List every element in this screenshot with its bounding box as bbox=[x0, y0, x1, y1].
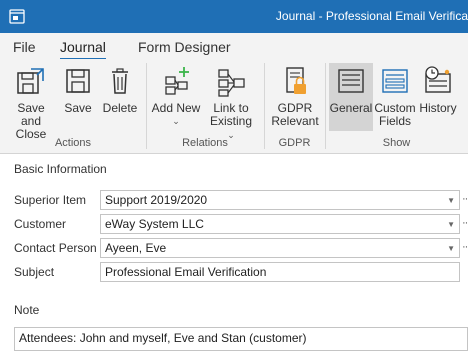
save-icon bbox=[66, 69, 90, 93]
journal-form: Basic Information Superior Item Support … bbox=[0, 155, 468, 351]
subject-label: Subject bbox=[14, 265, 55, 279]
save-button[interactable]: Save bbox=[60, 63, 96, 131]
dropdown-arrow-icon: ▼ bbox=[447, 196, 455, 205]
superior-item-dropdown[interactable]: Support 2019/2020 ▼ bbox=[100, 190, 460, 210]
trash-icon bbox=[112, 68, 128, 94]
superior-item-more-icon[interactable]: ··· bbox=[462, 193, 468, 205]
subject-input[interactable]: Professional Email Verification bbox=[100, 262, 460, 282]
tab-journal[interactable]: Journal bbox=[60, 39, 106, 60]
customer-dropdown[interactable]: eWay System LLC ▼ bbox=[100, 214, 460, 234]
menu-bar: File Journal Form Designer bbox=[0, 33, 468, 60]
save-close-icon bbox=[17, 68, 44, 94]
tab-form-designer[interactable]: Form Designer bbox=[138, 39, 231, 55]
superior-item-label: Superior Item bbox=[14, 193, 87, 207]
note-label: Note bbox=[14, 303, 40, 317]
contact-person-dropdown[interactable]: Ayeen, Eve ▼ bbox=[100, 238, 460, 258]
section-title-basic-information: Basic Information bbox=[14, 162, 107, 176]
group-label-gdpr: GDPR bbox=[278, 137, 311, 149]
dropdown-arrow-icon: ▼ bbox=[447, 220, 455, 229]
window-title: Journal - Professional Email Verifica bbox=[275, 9, 468, 23]
group-label-relations: Relations bbox=[182, 137, 228, 149]
add-new-icon bbox=[165, 67, 189, 95]
link-existing-icon bbox=[218, 69, 245, 97]
customer-more-icon[interactable]: ··· bbox=[462, 217, 468, 229]
group-label-actions: Actions bbox=[54, 137, 92, 149]
tab-file[interactable]: File bbox=[13, 39, 36, 55]
delete-button[interactable]: Delete bbox=[100, 63, 140, 131]
general-button[interactable]: General bbox=[329, 63, 373, 131]
title-bar: Journal - Professional Email Verifica bbox=[0, 0, 468, 33]
chevron-down-icon: ⌄ bbox=[172, 116, 180, 126]
link-to-existing-button[interactable]: Link to Existing ⌄ bbox=[205, 63, 257, 140]
general-form-icon bbox=[338, 69, 364, 93]
dropdown-arrow-icon: ▼ bbox=[447, 244, 455, 253]
group-label-show: Show bbox=[382, 137, 411, 149]
gdpr-relevant-button[interactable]: GDPR Relevant bbox=[270, 63, 320, 131]
app-journal-icon bbox=[9, 9, 25, 24]
ribbon: Save and Close Save Delete Add New ⌄ Lin… bbox=[0, 59, 468, 154]
contact-person-more-icon[interactable]: ··· bbox=[462, 241, 468, 253]
history-button[interactable]: History bbox=[418, 63, 458, 131]
contact-person-label: Contact Person bbox=[14, 241, 97, 255]
save-and-close-button[interactable]: Save and Close bbox=[6, 63, 56, 141]
custom-fields-button[interactable]: Custom Fields bbox=[374, 63, 416, 131]
history-icon bbox=[425, 66, 451, 93]
note-textarea[interactable]: Attendees: John and myself, Eve and Stan… bbox=[14, 327, 468, 351]
add-new-button[interactable]: Add New ⌄ bbox=[151, 63, 201, 131]
customer-label: Customer bbox=[14, 217, 67, 231]
custom-fields-icon bbox=[382, 69, 408, 93]
gdpr-lock-icon bbox=[286, 67, 306, 94]
